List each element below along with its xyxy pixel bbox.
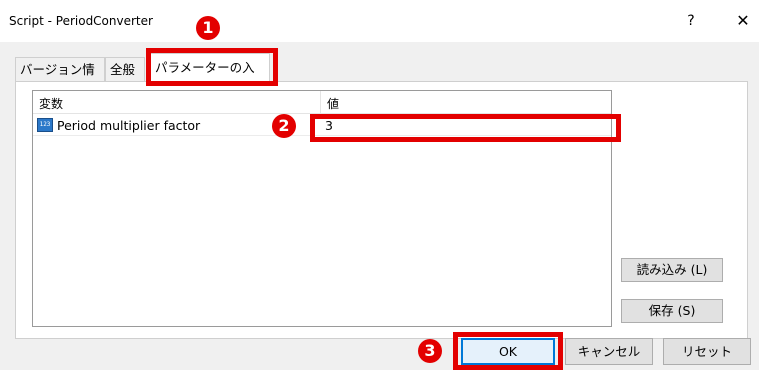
reset-button[interactable]: リセット [663,338,751,365]
parameter-value-field[interactable]: 3 [325,118,333,133]
save-button[interactable]: 保存 (S) [621,299,723,323]
annotation-marker-1: 1 [196,16,220,40]
cancel-button[interactable]: キャンセル [565,338,653,365]
tab-version-info[interactable]: バージョン情報 [15,57,105,101]
tab-inputs[interactable]: パラメーターの入力 [150,53,270,103]
numeric-parameter-icon: 123 [37,118,53,132]
window-title: Script - PeriodConverter [9,14,153,28]
annotation-marker-3: 3 [418,339,442,363]
grid-header: 変数 値 [33,91,611,114]
column-header-variable: 変数 [39,97,64,111]
title-bar: Script - PeriodConverter ? ✕ [0,0,759,42]
script-dialog: Script - PeriodConverter ? ✕ バージョン情報 全般 … [0,0,759,370]
close-button[interactable]: ✕ [732,10,754,32]
ok-button[interactable]: OK [461,338,555,365]
column-header-value: 値 [327,97,340,111]
column-separator[interactable] [320,91,321,113]
help-button[interactable]: ? [680,10,702,32]
annotation-marker-2: 2 [272,114,296,138]
table-row[interactable]: 123 Period multiplier factor 3 [33,115,611,136]
parameters-grid: 変数 値 123 Period multiplier factor 3 [32,90,612,327]
parameter-name: Period multiplier factor [57,118,201,133]
tab-label: 全般 [110,62,136,77]
load-button[interactable]: 読み込み (L) [621,258,723,282]
tab-general[interactable]: 全般 [105,57,145,81]
